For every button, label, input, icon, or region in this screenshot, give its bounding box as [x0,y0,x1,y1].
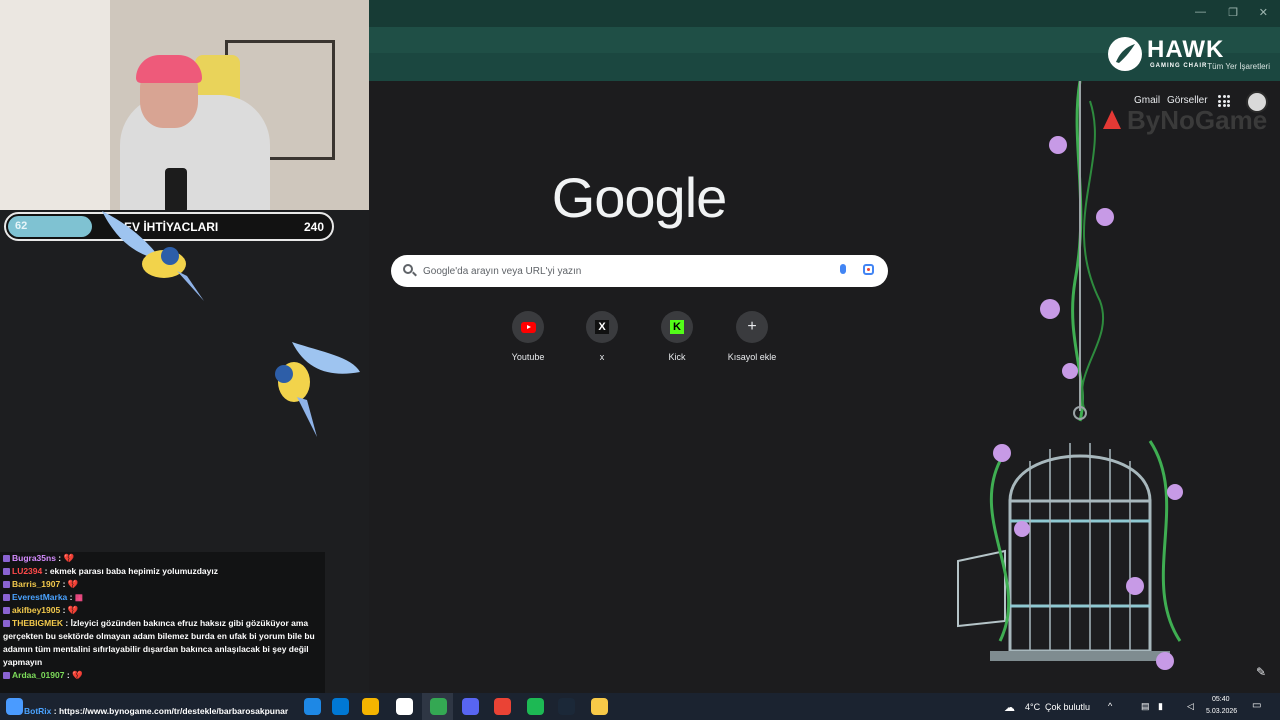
windows-start-icon[interactable] [6,698,23,715]
weather-icon[interactable]: ☁ [1004,701,1015,714]
shortcut-icon-circle: X [586,311,618,343]
search-icon [403,264,413,274]
shortcut-x[interactable]: X x [567,311,637,362]
chat-message: Ardaa_01907 : 💔 [0,669,325,682]
webcam-streamer-hair [136,55,202,83]
chat-emote-icon: 💔 [65,579,79,589]
taskbar-app-icon[interactable] [332,698,349,715]
google-lens-icon[interactable] [863,264,874,275]
flying-bird-illustration [102,211,204,301]
taskbar-app-icon[interactable] [462,698,479,715]
google-logo: Google [551,166,728,229]
hawk-logo-icon [1108,37,1142,71]
shortcut-icon-circle: K [661,311,693,343]
shortcut-youtube[interactable]: Youtube [493,311,563,362]
webcam-microphone [165,168,187,210]
shortcut-add[interactable]: + Kısayol ekle [717,311,787,362]
chat-username[interactable]: EverestMarka [12,592,67,602]
goal-current-value: 62 [15,220,28,232]
chat-badge-icon [3,555,10,563]
volume-icon[interactable]: ◁ [1187,701,1194,712]
kick-icon: K [670,320,684,334]
chat-username[interactable]: LU2394 [12,566,42,576]
notification-icon[interactable]: ▭ [1252,700,1261,711]
screen: — ❐ ✕ ⋮ Tüm Yer İşaretleri HAWK GAMING C… [0,0,1280,720]
taskbar-app-icon[interactable] [362,698,379,715]
restore-icon[interactable]: ❐ [1228,6,1238,19]
network-icon[interactable]: ▤ [1141,701,1150,712]
webcam-door [0,0,110,210]
x-icon: X [595,320,609,334]
taskbar-app-icon[interactable] [591,698,608,715]
chat-username[interactable]: Barris_1907 [12,579,60,589]
chat-badge-icon [3,607,10,615]
chat-message: Barris_1907 : 💔 [0,578,325,591]
hawk-logo-text: HAWK [1147,36,1225,63]
chat-emote-icon: 💔 [69,670,83,680]
taskbar-app-icon[interactable] [396,698,413,715]
search-box[interactable] [391,255,888,287]
birdcage-background-art [957,81,1183,670]
search-input[interactable] [423,262,823,280]
customize-pencil-icon[interactable]: ✎ [1256,665,1266,679]
chat-message: LU2394 : ekmek parası baba hepimiz yolum… [0,565,325,578]
clock-time[interactable]: 05:40 [1212,696,1230,703]
shortcut-icon-circle: + [736,311,768,343]
shortcut-label: x [599,352,605,362]
microphone-icon[interactable] [840,264,846,274]
chat-message: Bugra35ns : 💔 [0,552,325,565]
chat-username[interactable]: THEBIGMEK [12,618,63,628]
taskbar-app-icon[interactable] [430,698,447,715]
bot-chat-line: BotRix : https://www.bynogame.com/tr/des… [24,706,288,716]
close-icon[interactable]: ✕ [1259,6,1268,19]
hawk-logo-subtext: GAMING CHAIR [1150,63,1208,69]
chat-message: akifbey1905 : 💔 [0,604,325,617]
shortcut-kick[interactable]: K Kick [642,311,712,362]
flying-bird-illustration [275,342,360,437]
chat-message: THEBIGMEK : İzleyici gözünden bakınca ef… [0,617,325,669]
bot-user: BotRix [24,706,52,716]
minimize-icon[interactable]: — [1195,6,1206,18]
shortcut-icon-circle [512,311,544,343]
browser-chrome: — ❐ ✕ ⋮ Tüm Yer İşaretleri HAWK GAMING C… [369,0,1280,81]
taskbar-app-icon[interactable] [527,698,544,715]
mic-tray-icon[interactable]: ▮ [1158,701,1163,712]
youtube-icon [520,321,536,333]
tray-chevron-icon[interactable]: ^ [1108,701,1112,711]
tab-strip: — ❐ ✕ [369,0,1280,27]
taskbar-app-icon[interactable] [304,698,321,715]
chat-username[interactable]: akifbey1905 [12,605,60,615]
taskbar-app-icon[interactable] [494,698,511,715]
chat-message: EverestMarka : ▦ [0,591,325,604]
shortcut-label: Kısayol ekle [727,352,777,362]
webcam-feed [0,0,369,210]
shortcut-label: Kick [668,352,686,362]
weather-temp[interactable]: 4°C [1025,702,1040,712]
bot-message: : https://www.bynogame.com/tr/destekle/b… [51,706,289,716]
chat-username[interactable]: Bugra35ns [12,553,56,563]
shortcut-label: Youtube [511,352,545,362]
chat-emote-icon: 💔 [61,553,75,563]
taskbar-app-icon[interactable] [558,698,575,715]
chat-emote-icon: ▦ [72,592,83,602]
clock-date[interactable]: 5.03.2026 [1206,708,1237,715]
chat-username[interactable]: Ardaa_01907 [12,670,64,680]
weather-text[interactable]: Çok bulutlu [1045,702,1090,712]
chat-badge-icon [3,672,10,680]
chat-text: ekmek parası baba hepimiz yolumuzdayız [47,566,218,576]
chat-emote-icon: 💔 [65,605,79,615]
hawk-logo: HAWK GAMING CHAIR [1107,36,1223,74]
chat-badge-icon [3,568,10,576]
chat-badge-icon [3,594,10,602]
goal-target-value: 240 [303,220,324,234]
chat-badge-icon [3,620,10,628]
plus-icon: + [747,318,757,335]
chat-badge-icon [3,581,10,589]
stream-chat: Bugra35ns : 💔 LU2394 : ekmek parası baba … [0,552,325,693]
